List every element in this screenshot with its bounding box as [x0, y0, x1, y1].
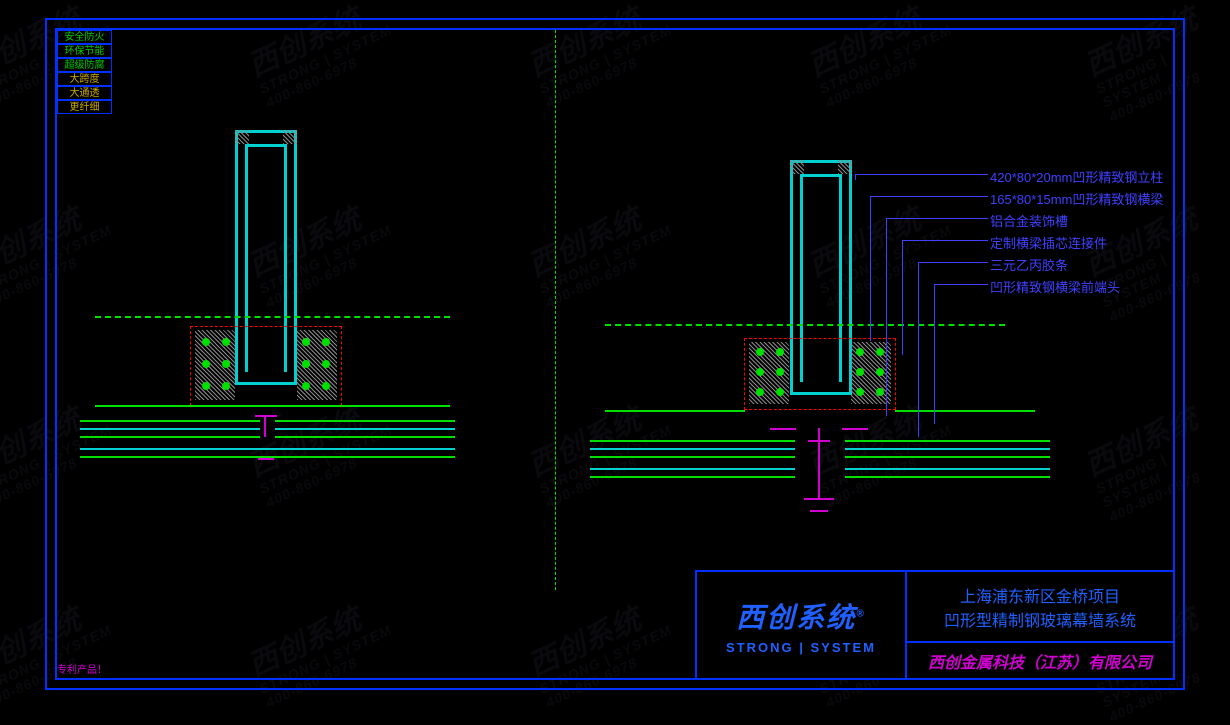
title-block: 西创系统® STRONG | SYSTEM 上海浦东新区金桥项目 凹形型精制钢玻…	[695, 570, 1175, 680]
ann-connector: 定制横梁插芯连接件	[990, 233, 1107, 252]
ann-epdm: 三元乙丙胶条	[990, 255, 1068, 274]
ann-beam-spec: 165*80*15mm凹形精致钢横梁	[990, 189, 1163, 208]
project-cell: 上海浦东新区金桥项目 凹形型精制钢玻璃幕墙系统	[907, 572, 1173, 643]
left-beam-bot	[95, 405, 450, 407]
badge-span: 大跨度	[57, 72, 112, 86]
badge-transparent: 大通透	[57, 86, 112, 100]
badge-safety: 安全防火	[57, 30, 112, 44]
ann-beam-end: 凹形精致钢横梁前端头	[990, 277, 1120, 296]
left-beam-top	[95, 316, 450, 318]
logo-text: 西创系统	[736, 602, 856, 633]
company-cell: 西创金属科技（江苏）有限公司	[907, 643, 1173, 678]
logo-cell: 西创系统® STRONG | SYSTEM	[697, 572, 907, 678]
badge-slim: 更纤细	[57, 100, 112, 114]
project-line2: 凹形型精制钢玻璃幕墙系统	[944, 607, 1136, 631]
ann-column-spec: 420*80*20mm凹形精致钢立柱	[990, 167, 1163, 186]
logo-subtitle: STRONG | SYSTEM	[726, 640, 876, 655]
project-line1: 上海浦东新区金桥项目	[960, 583, 1120, 607]
badge-anticorr: 超级防腐	[57, 58, 112, 72]
patent-note: 专利产品！	[57, 661, 107, 676]
ann-alum-trim: 铝合金装饰槽	[990, 211, 1068, 230]
badge-eco: 环保节能	[57, 44, 112, 58]
center-dash-line	[555, 30, 556, 590]
logo-reg: ®	[856, 608, 865, 619]
